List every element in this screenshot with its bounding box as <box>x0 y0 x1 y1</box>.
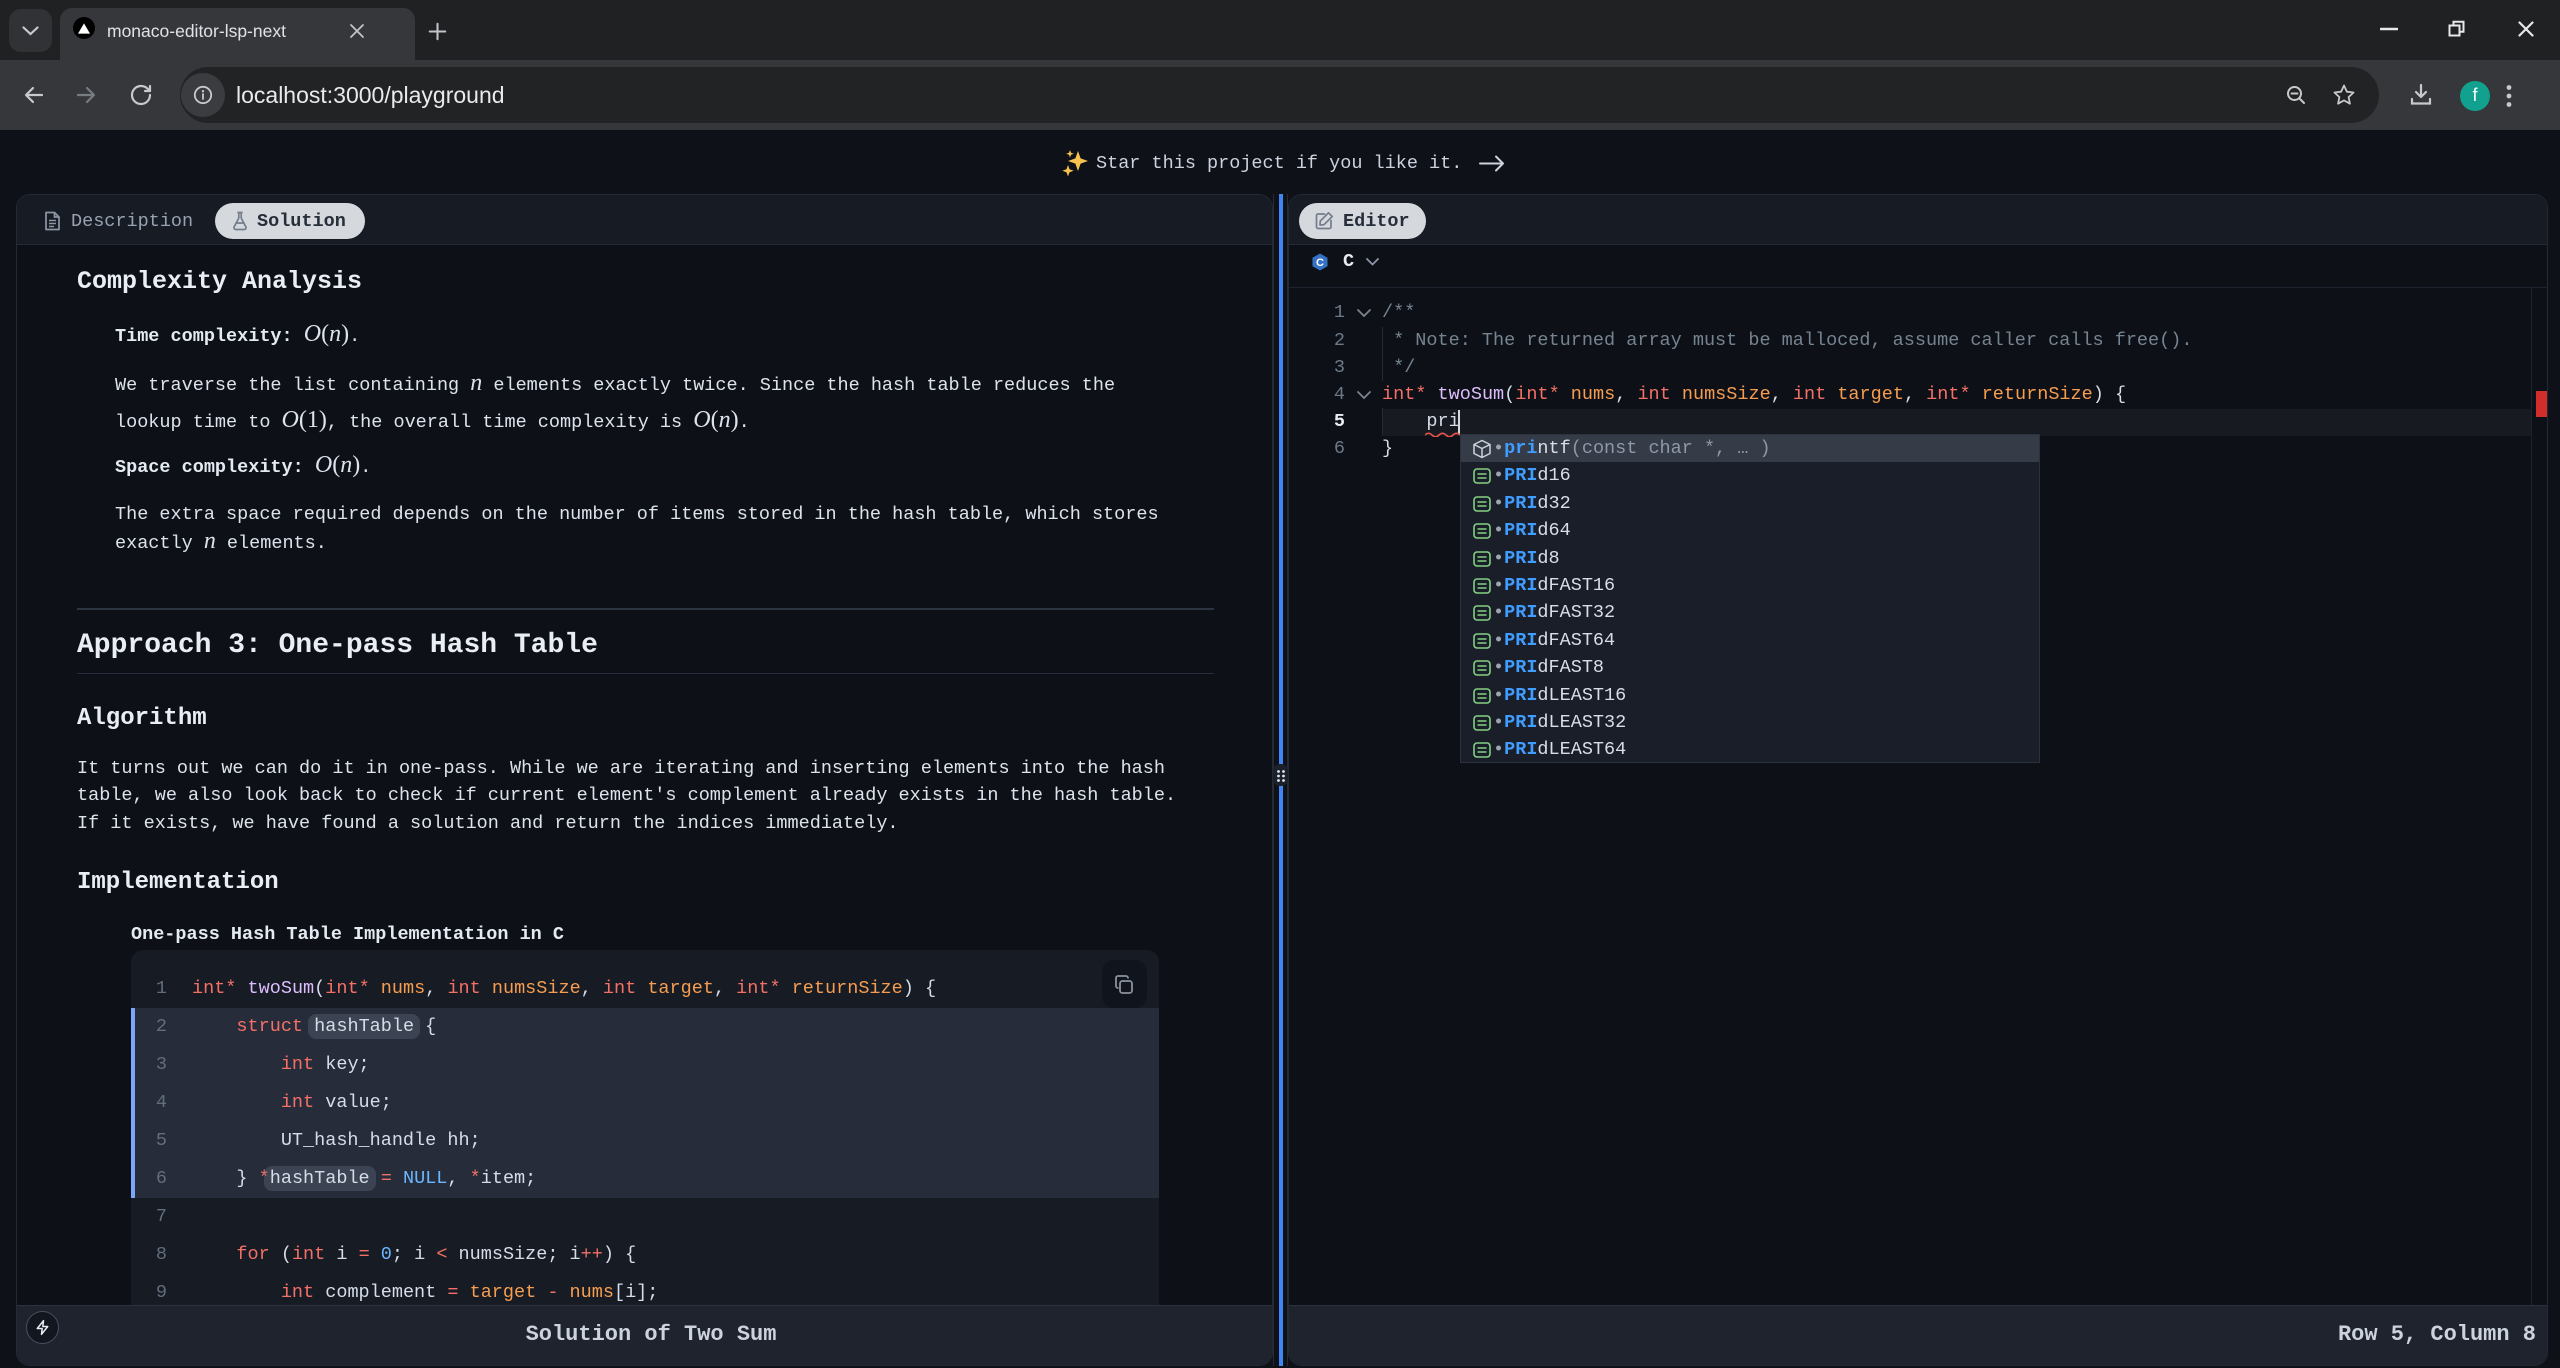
svg-text:C: C <box>1316 257 1324 269</box>
